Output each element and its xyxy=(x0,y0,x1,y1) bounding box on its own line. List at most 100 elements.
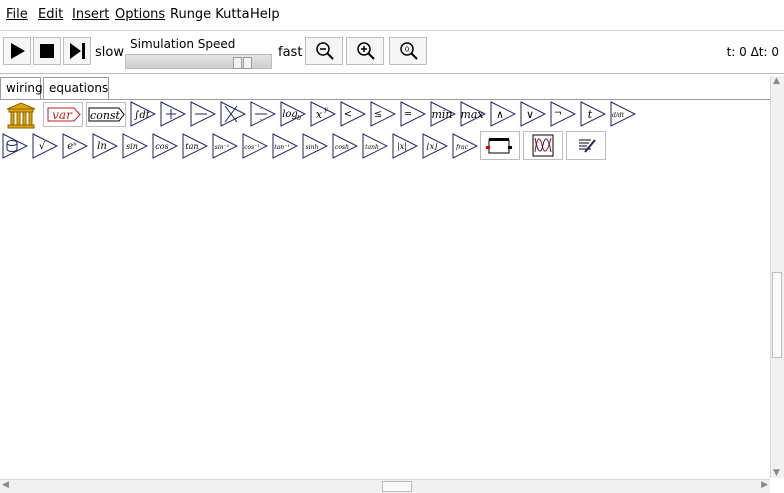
not-icon[interactable]: ¬ xyxy=(550,101,576,127)
integral-icon[interactable]: ∫dt xyxy=(130,101,156,127)
svg-text:∫dt: ∫dt xyxy=(134,110,151,121)
svg-text:y: y xyxy=(323,106,328,113)
subtract-icon[interactable] xyxy=(190,101,216,127)
run-button[interactable] xyxy=(3,37,31,65)
svg-text:b: b xyxy=(297,115,301,122)
zoom-out-button[interactable] xyxy=(305,37,343,65)
cosh-icon[interactable]: cosh xyxy=(332,133,358,159)
less-than-icon[interactable]: < xyxy=(340,101,366,127)
godley-table-icon[interactable] xyxy=(5,101,37,129)
menu-help[interactable]: Help xyxy=(250,7,280,22)
menu-options[interactable]: Options xyxy=(115,7,165,22)
time-icon[interactable]: t xyxy=(580,101,606,127)
derivative-icon[interactable]: d/dt xyxy=(610,101,636,127)
zoom-reset-icon: 0 xyxy=(400,42,418,60)
step-button[interactable] xyxy=(63,37,91,65)
menu-file[interactable]: File xyxy=(6,7,28,22)
and-icon[interactable]: ∧ xyxy=(490,101,516,127)
horizontal-scrollbar[interactable]: ◀ ▶ xyxy=(0,479,770,493)
sin-icon[interactable]: sin xyxy=(122,133,148,159)
max-icon[interactable]: max xyxy=(460,101,486,127)
svg-text:frac: frac xyxy=(455,144,469,151)
zoom-reset-button[interactable]: 0 xyxy=(389,37,427,65)
note-widget-button[interactable] xyxy=(566,131,606,160)
power-icon[interactable]: xy xyxy=(310,101,336,127)
exp-icon[interactable]: eˣ xyxy=(62,133,88,159)
horizontal-scroll-thumb[interactable] xyxy=(382,481,412,492)
acos-icon[interactable]: cos⁻¹ xyxy=(242,133,268,159)
svg-text:<: < xyxy=(344,109,352,120)
less-equal-icon[interactable]: ≤ xyxy=(370,101,396,127)
menu-bar: File Edit Insert Options Runge Kutta Hel… xyxy=(0,0,784,31)
fast-label: fast xyxy=(278,45,303,60)
speed-slider[interactable] xyxy=(125,54,272,69)
sinh-icon[interactable]: sinh xyxy=(302,133,328,159)
multiply-icon[interactable] xyxy=(220,101,246,127)
tab-divider xyxy=(0,99,770,100)
stop-button[interactable] xyxy=(33,37,61,65)
scroll-left-icon[interactable]: ◀ xyxy=(2,480,9,490)
svg-text:sin⁻¹: sin⁻¹ xyxy=(215,144,229,151)
svg-text:x: x xyxy=(316,108,323,121)
svg-text:min: min xyxy=(431,108,452,121)
floor-icon[interactable]: ⌊x⌋ xyxy=(422,133,448,159)
svg-text:max: max xyxy=(460,108,484,121)
svg-text:tan: tan xyxy=(185,142,198,151)
speed-slider-thumb[interactable] xyxy=(233,57,242,69)
constant-button[interactable]: const xyxy=(86,102,126,127)
tab-equations[interactable]: equations xyxy=(43,77,109,99)
svg-text:⌊x⌋: ⌊x⌋ xyxy=(427,142,439,151)
scroll-down-icon[interactable]: ▼ xyxy=(773,468,780,478)
ln-icon[interactable]: ln xyxy=(92,133,118,159)
sheet-widget-button[interactable] xyxy=(523,131,563,160)
zoom-reset-label: 0 xyxy=(405,46,409,54)
atan-icon[interactable]: tan⁻¹ xyxy=(272,133,298,159)
play-icon xyxy=(11,43,25,59)
svg-text:|x|: |x| xyxy=(397,142,407,151)
tab-wiring[interactable]: wiring xyxy=(0,77,43,99)
frac-icon[interactable]: frac xyxy=(452,133,478,159)
scroll-right-icon[interactable]: ▶ xyxy=(761,480,768,490)
variable-icon: var xyxy=(47,107,81,122)
speed-slider-thumb-end xyxy=(243,57,252,69)
data-op-icon[interactable] xyxy=(2,133,28,159)
variable-button[interactable]: var xyxy=(43,102,83,127)
min-icon[interactable]: min xyxy=(430,101,456,127)
svg-text:∨: ∨ xyxy=(526,108,534,121)
step-icon xyxy=(70,43,85,59)
slow-label: slow xyxy=(95,45,124,60)
log-icon[interactable]: log b xyxy=(280,101,306,127)
zoom-in-button[interactable] xyxy=(346,37,384,65)
svg-text:ln: ln xyxy=(97,141,107,152)
plot-widget-button[interactable] xyxy=(480,131,520,160)
menu-insert[interactable]: Insert xyxy=(72,7,109,22)
speed-title: Simulation Speed xyxy=(130,37,236,51)
scroll-up-icon[interactable]: ▲ xyxy=(773,76,780,86)
menu-edit[interactable]: Edit xyxy=(38,7,63,22)
stop-icon xyxy=(40,44,54,58)
svg-text:sin: sin xyxy=(126,142,138,151)
zoom-out-icon xyxy=(316,42,334,60)
add-icon[interactable] xyxy=(160,101,186,127)
menu-runge-kutta[interactable]: Runge Kutta xyxy=(170,7,250,22)
svg-text:d/dt: d/dt xyxy=(612,112,625,119)
vertical-scroll-thumb[interactable] xyxy=(772,272,782,358)
tan-icon[interactable]: tan xyxy=(182,133,208,159)
svg-text:t: t xyxy=(588,108,593,121)
vertical-scrollbar[interactable]: ▲ ▼ xyxy=(770,76,784,478)
constant-icon: const xyxy=(88,107,125,122)
svg-text:tanh: tanh xyxy=(365,144,379,151)
tanh-icon[interactable]: tanh xyxy=(362,133,388,159)
toolbar: slow Simulation Speed fast 0 t: 0 Δt: 0 xyxy=(0,31,784,74)
sheet-widget-icon xyxy=(532,134,554,157)
svg-text:≤: ≤ xyxy=(374,109,382,120)
abs-icon[interactable]: |x| xyxy=(392,133,418,159)
sqrt-icon[interactable]: √ xyxy=(32,133,58,159)
svg-text:cosh: cosh xyxy=(335,144,349,151)
or-icon[interactable]: ∨ xyxy=(520,101,546,127)
divide-icon[interactable]: · · xyxy=(250,101,276,127)
equal-icon[interactable]: = xyxy=(400,101,426,127)
svg-text:=: = xyxy=(404,109,412,120)
asin-icon[interactable]: sin⁻¹ xyxy=(212,133,238,159)
cos-icon[interactable]: cos xyxy=(152,133,178,159)
